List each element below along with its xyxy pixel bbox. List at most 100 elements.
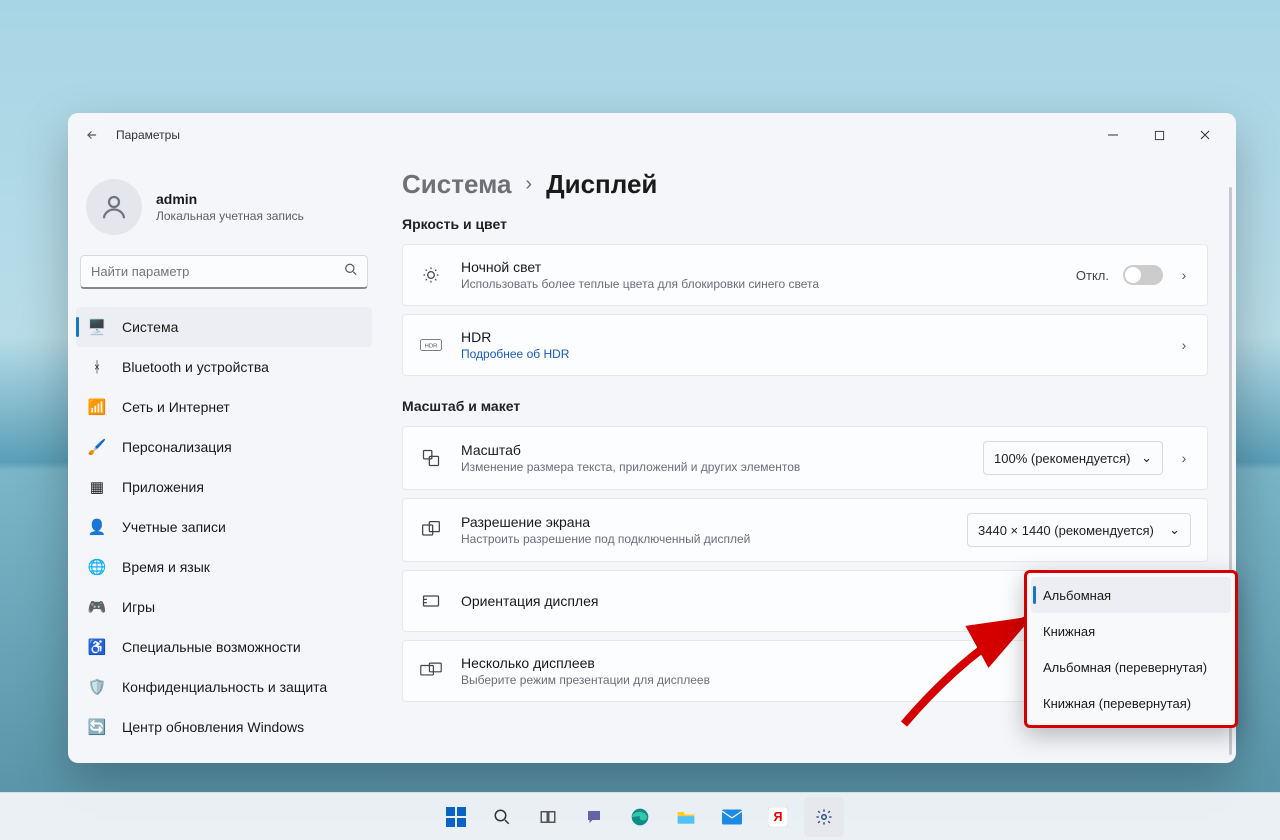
orientation-icon	[419, 591, 443, 611]
nav-item-время-и-язык[interactable]: 🌐 Время и язык	[76, 547, 372, 587]
card-subtitle: Использовать более теплые цвета для блок…	[461, 277, 1058, 291]
chevron-right-icon: ›	[1177, 267, 1191, 283]
maximize-button[interactable]	[1136, 119, 1182, 151]
card-title: Масштаб	[461, 442, 965, 458]
resolution-dropdown[interactable]: 3440 × 1440 (рекомендуется) ⌄	[967, 513, 1191, 547]
section-scale: Масштаб и макет	[402, 398, 1208, 414]
card-resolution[interactable]: Разрешение экрана Настроить разрешение п…	[402, 498, 1208, 562]
taskbar-settings[interactable]	[804, 797, 844, 837]
hdr-learn-more-link[interactable]: Подробнее об HDR	[461, 347, 1159, 361]
svg-text:HDR: HDR	[425, 344, 438, 350]
nav-label: Приложения	[122, 479, 204, 495]
nav-label: Время и язык	[122, 559, 210, 575]
nav-label: Персонализация	[122, 439, 232, 455]
nav-label: Конфиденциальность и защита	[122, 679, 327, 695]
night-light-toggle[interactable]	[1123, 265, 1163, 285]
user-account-row[interactable]: admin Локальная учетная запись	[68, 165, 380, 255]
nav-icon: 🔄	[88, 718, 106, 736]
search-icon	[344, 263, 358, 282]
chevron-right-icon: ›	[525, 173, 532, 196]
dropdown-value: 3440 × 1440 (рекомендуется)	[978, 523, 1154, 538]
nav-label: Система	[122, 319, 178, 335]
close-button[interactable]	[1182, 119, 1228, 151]
titlebar: Параметры	[68, 113, 1236, 157]
chevron-right-icon: ›	[1177, 337, 1191, 353]
sidebar: admin Локальная учетная запись 🖥️ Система…	[68, 157, 380, 763]
taskbar-edge[interactable]	[620, 797, 660, 837]
taskbar-search[interactable]	[482, 797, 522, 837]
orientation-flyout: АльбомнаяКнижнаяАльбомная (перевернутая)…	[1024, 570, 1238, 728]
scale-dropdown[interactable]: 100% (рекомендуется) ⌄	[983, 441, 1163, 475]
search-input[interactable]	[80, 255, 368, 289]
taskbar-yandex[interactable]: Я	[758, 797, 798, 837]
toggle-label: Откл.	[1076, 268, 1109, 283]
card-subtitle: Изменение размера текста, приложений и д…	[461, 460, 965, 474]
nav-list: 🖥️ Система ᚼ Bluetooth и устройства 📶 Сеть и …	[68, 307, 380, 747]
breadcrumb-current: Дисплей	[546, 169, 657, 200]
nav-icon: 🎮	[88, 598, 106, 616]
nav-item-учетные-записи[interactable]: 👤 Учетные записи	[76, 507, 372, 547]
nav-icon: 🛡️	[88, 678, 106, 696]
card-night-light[interactable]: Ночной свет Использовать более теплые цв…	[402, 244, 1208, 306]
start-button[interactable]	[436, 797, 476, 837]
chevron-right-icon: ›	[1177, 450, 1191, 466]
nav-label: Специальные возможности	[122, 639, 301, 655]
nav-icon: 🌐	[88, 558, 106, 576]
taskbar-explorer[interactable]	[666, 797, 706, 837]
taskbar: Я	[0, 792, 1280, 840]
section-brightness: Яркость и цвет	[402, 216, 1208, 232]
nav-label: Игры	[122, 599, 155, 615]
nav-item-bluetooth-и-устройства[interactable]: ᚼ Bluetooth и устройства	[76, 347, 372, 387]
nav-item-специальные-возможности[interactable]: ♿ Специальные возможности	[76, 627, 372, 667]
avatar	[86, 179, 142, 235]
resolution-icon	[419, 520, 443, 540]
user-subtitle: Локальная учетная запись	[156, 209, 304, 223]
nav-item-система[interactable]: 🖥️ Система	[76, 307, 372, 347]
chevron-down-icon: ⌄	[1169, 522, 1180, 538]
nav-icon: ᚼ	[88, 359, 106, 376]
orientation-option[interactable]: Книжная	[1031, 613, 1231, 649]
orientation-option[interactable]: Книжная (перевернутая)	[1031, 685, 1231, 721]
nav-icon: 👤	[88, 518, 106, 536]
nav-label: Учетные записи	[122, 519, 226, 535]
orientation-option[interactable]: Альбомная	[1031, 577, 1231, 613]
minimize-button[interactable]	[1090, 119, 1136, 151]
nav-item-конфиденциальность-и-защита[interactable]: 🛡️ Конфиденциальность и защита	[76, 667, 372, 707]
taskbar-chat[interactable]	[574, 797, 614, 837]
taskbar-taskview[interactable]	[528, 797, 568, 837]
app-title: Параметры	[116, 128, 180, 142]
nav-label: Bluetooth и устройства	[122, 359, 269, 375]
nav-icon: ▦	[88, 478, 106, 496]
breadcrumb: Система › Дисплей	[402, 163, 1208, 200]
nav-item-центр-обновления-windows[interactable]: 🔄 Центр обновления Windows	[76, 707, 372, 747]
user-name: admin	[156, 191, 304, 207]
taskbar-mail[interactable]	[712, 797, 752, 837]
scale-icon	[419, 448, 443, 468]
card-title: HDR	[461, 329, 1159, 345]
sun-icon	[419, 265, 443, 285]
nav-icon: 🖥️	[88, 318, 106, 336]
nav-item-игры[interactable]: 🎮 Игры	[76, 587, 372, 627]
card-scale[interactable]: Масштаб Изменение размера текста, прилож…	[402, 426, 1208, 490]
search-box[interactable]	[80, 255, 368, 289]
nav-label: Центр обновления Windows	[122, 719, 304, 735]
back-button[interactable]	[76, 119, 108, 151]
card-title: Ночной свет	[461, 259, 1058, 275]
dropdown-value: 100% (рекомендуется)	[994, 451, 1130, 466]
breadcrumb-parent[interactable]: Система	[402, 169, 511, 200]
card-title: Разрешение экрана	[461, 514, 949, 530]
nav-icon: 🖌️	[88, 438, 106, 456]
chevron-down-icon: ⌄	[1141, 450, 1152, 466]
orientation-option[interactable]: Альбомная (перевернутая)	[1031, 649, 1231, 685]
svg-text:Я: Я	[774, 810, 783, 824]
nav-label: Сеть и Интернет	[122, 399, 230, 415]
card-subtitle: Настроить разрешение под подключенный ди…	[461, 532, 949, 546]
nav-icon: 📶	[88, 398, 106, 416]
hdr-icon: HDR	[419, 338, 443, 352]
nav-item-сеть-и-интернет[interactable]: 📶 Сеть и Интернет	[76, 387, 372, 427]
nav-item-персонализация[interactable]: 🖌️ Персонализация	[76, 427, 372, 467]
nav-icon: ♿	[88, 638, 106, 656]
card-hdr[interactable]: HDR HDR Подробнее об HDR ›	[402, 314, 1208, 376]
displays-icon	[419, 661, 443, 681]
nav-item-приложения[interactable]: ▦ Приложения	[76, 467, 372, 507]
